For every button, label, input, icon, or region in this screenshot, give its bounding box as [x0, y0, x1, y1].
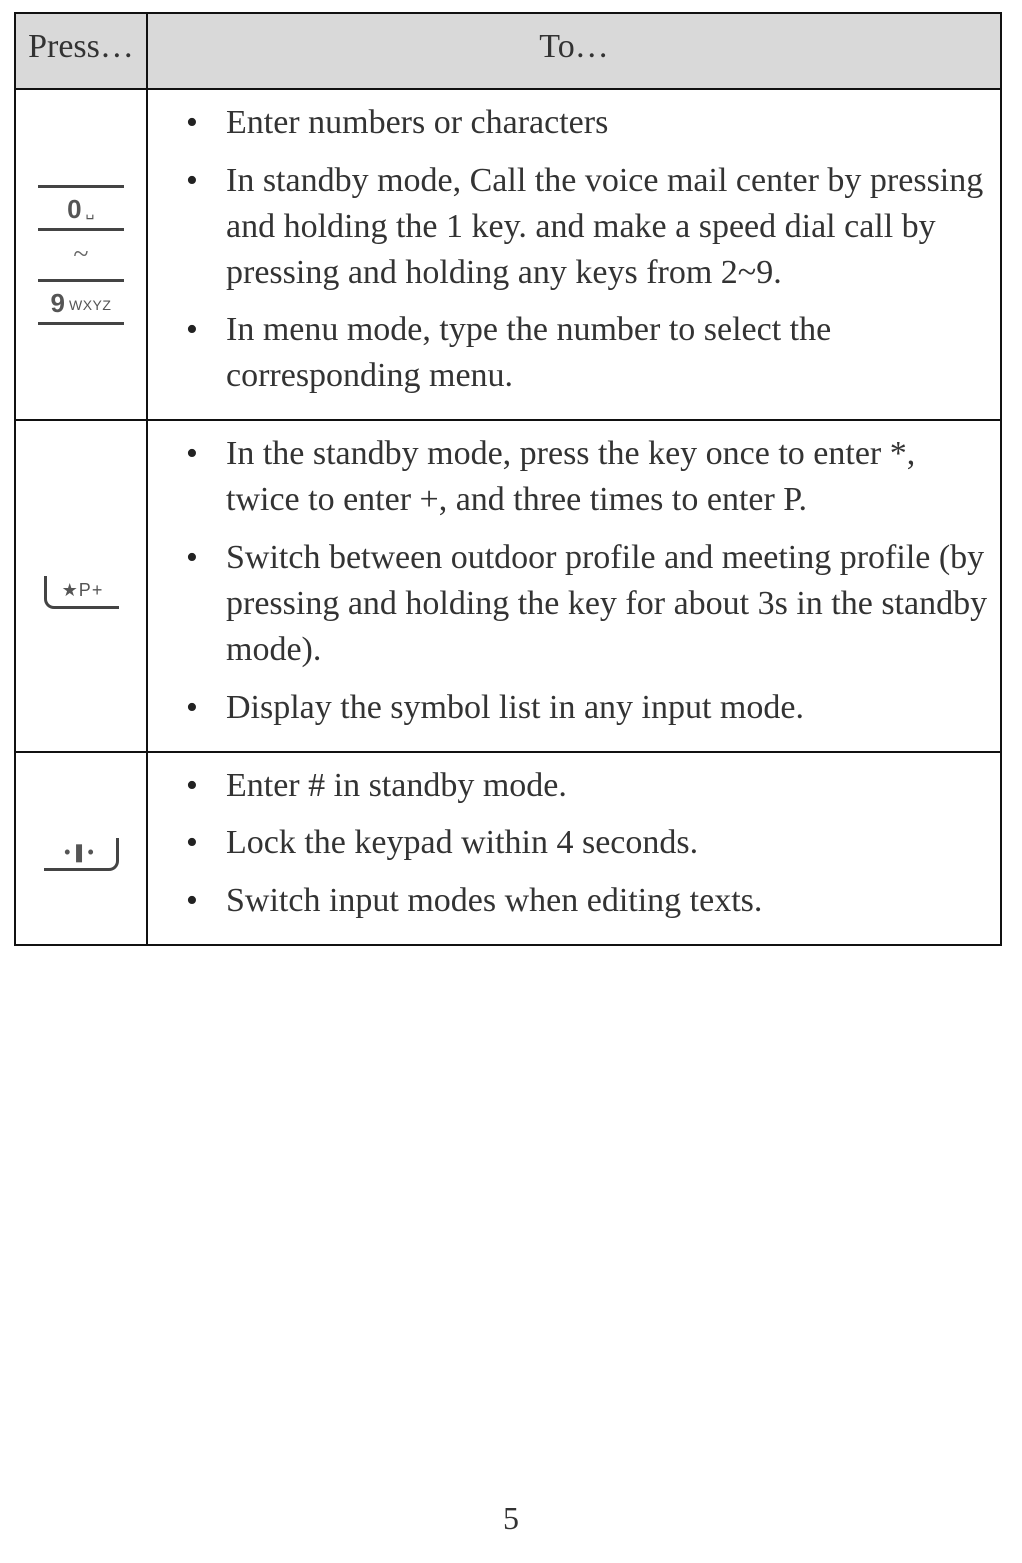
- to-cell: Enter numbers or characters In standby m…: [147, 89, 1001, 420]
- action-list: Enter # in standby mode. Lock the keypad…: [158, 763, 990, 925]
- to-cell: In the standby mode, press the key once …: [147, 420, 1001, 751]
- press-cell: 0␣ ~ 9WXYZ: [15, 89, 147, 420]
- key-9-icon: 9WXYZ: [38, 279, 124, 325]
- table-row: 0␣ ~ 9WXYZ Enter numbers or characters I…: [15, 89, 1001, 420]
- press-cell: •❚•: [15, 752, 147, 946]
- table-row: ★P+ In the standby mode, press the key o…: [15, 420, 1001, 751]
- range-separator: ~: [73, 241, 88, 269]
- list-item: Display the symbol list in any input mod…: [208, 685, 990, 731]
- list-item: Switch input modes when editing texts.: [208, 878, 990, 924]
- list-item: Enter numbers or characters: [208, 100, 990, 146]
- list-item: In the standby mode, press the key once …: [208, 431, 990, 523]
- list-item: Enter # in standby mode.: [208, 763, 990, 809]
- list-item: In standby mode, Call the voice mail cen…: [208, 158, 990, 296]
- key-star-icon: ★P+: [44, 576, 119, 609]
- list-item: Switch between outdoor profile and meeti…: [208, 535, 990, 673]
- page: Press… To… 0␣ ~ 9WXYZ: [0, 0, 1022, 1563]
- list-item: Lock the keypad within 4 seconds.: [208, 820, 990, 866]
- action-list: In the standby mode, press the key once …: [158, 431, 990, 730]
- header-press: Press…: [15, 13, 147, 89]
- key-hash-icon: •❚•: [44, 838, 119, 871]
- key-0-to-9-icon: 0␣ ~ 9WXYZ: [38, 185, 124, 325]
- press-cell: ★P+: [15, 420, 147, 751]
- key-0-icon: 0␣: [38, 185, 124, 231]
- header-to: To…: [147, 13, 1001, 89]
- table-row: •❚• Enter # in standby mode. Lock the ke…: [15, 752, 1001, 946]
- page-number: 5: [0, 1500, 1022, 1537]
- to-cell: Enter # in standby mode. Lock the keypad…: [147, 752, 1001, 946]
- list-item: In menu mode, type the number to select …: [208, 307, 990, 399]
- action-list: Enter numbers or characters In standby m…: [158, 100, 990, 399]
- key-function-table: Press… To… 0␣ ~ 9WXYZ: [14, 12, 1002, 946]
